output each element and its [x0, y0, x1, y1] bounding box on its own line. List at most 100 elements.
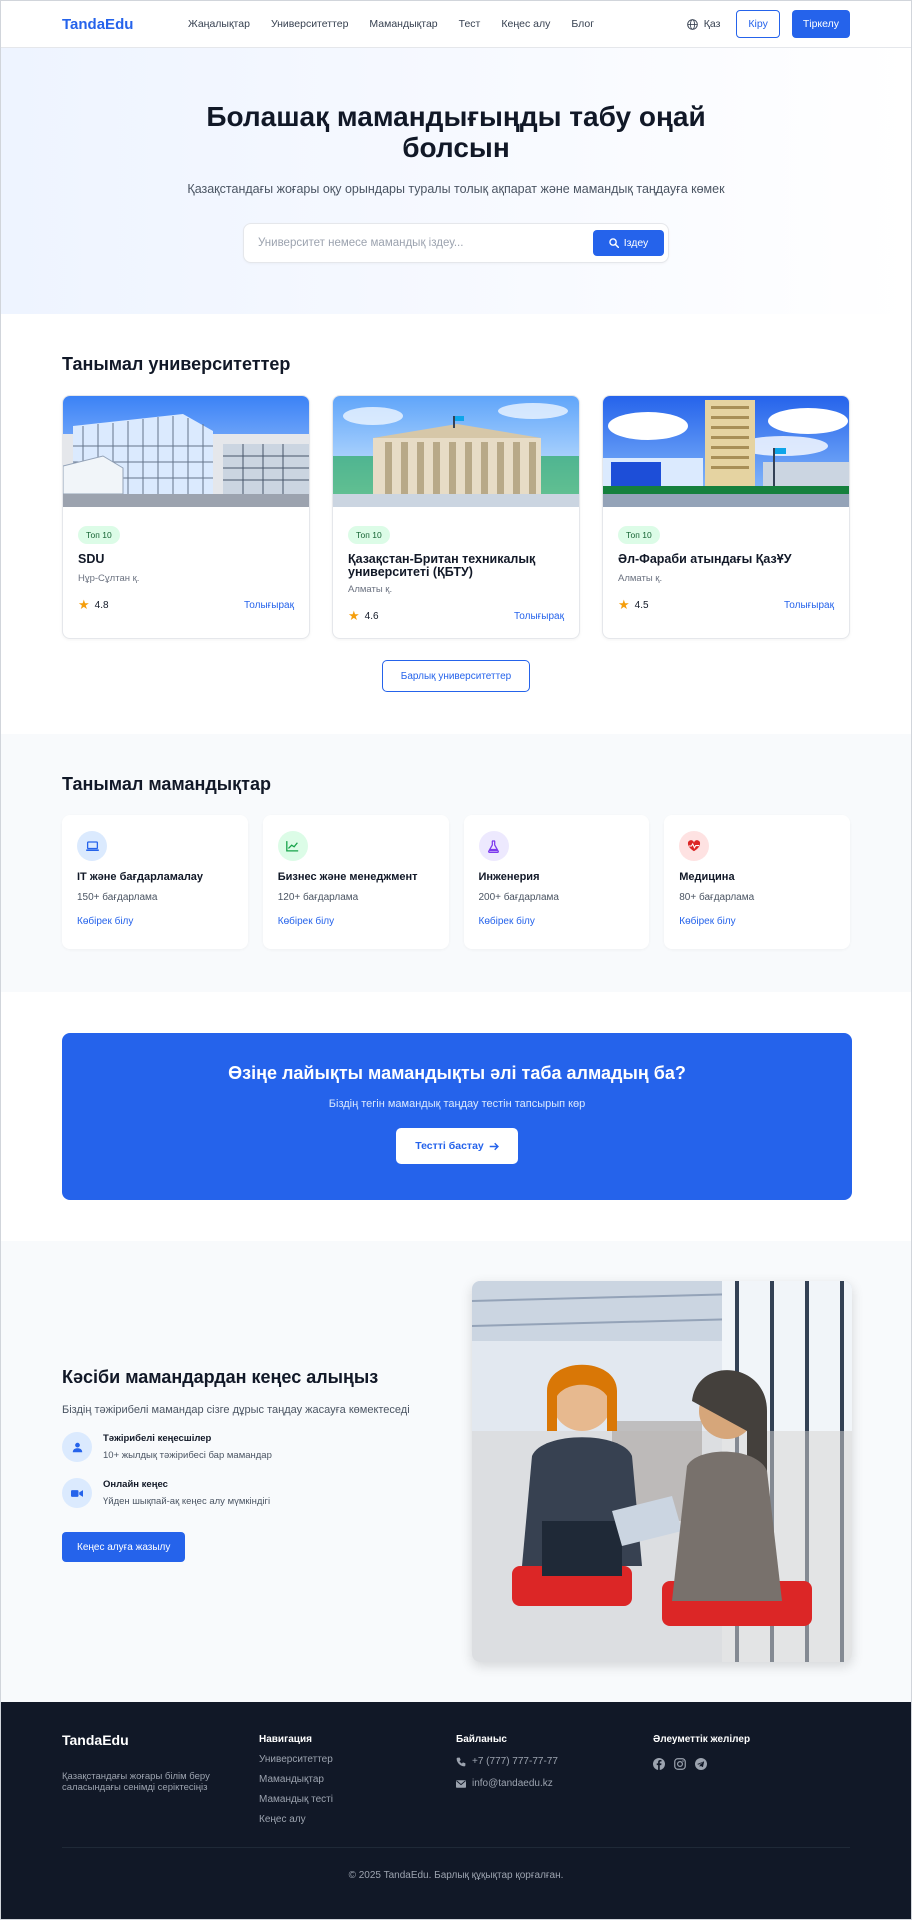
- footer-social-title: Әлеуметтік желілер: [653, 1734, 751, 1745]
- specialty-card[interactable]: IT және бағдарламалау 150+ бағдарлама Кө…: [62, 815, 248, 949]
- university-card[interactable]: Топ 10 Қазақстан-Британ техникалық униве…: [332, 395, 580, 639]
- language-switcher[interactable]: Қаз: [686, 18, 721, 30]
- footer-columns: TandaEdu Қазақстандағы жоғары білім беру…: [62, 1732, 850, 1825]
- footer-navigation: Навигация Университеттер Мамандықтар Мам…: [259, 1732, 456, 1825]
- rank-badge: Топ 10: [78, 526, 120, 544]
- footer-contact-title: Байланыс: [456, 1734, 507, 1745]
- specialty-card[interactable]: Бизнес және менеджмент 120+ бағдарлама К…: [262, 815, 449, 949]
- footer-link-test[interactable]: Мамандық тесті: [259, 1794, 456, 1805]
- university-card-body: Топ 10 SDU Нұр-Сұлтан қ. ★ 4.8 Толығырақ: [63, 507, 309, 613]
- consultation-title: Кәсіби мамандардан кеңес алыңыз: [62, 1367, 379, 1387]
- telegram-icon[interactable]: [695, 1758, 707, 1770]
- all-universities-button[interactable]: Барлық университеттер: [382, 660, 530, 692]
- nav-item-consult[interactable]: Кеңес алу: [501, 18, 550, 30]
- specialty-name: Инженерия: [478, 871, 540, 883]
- search-input[interactable]: [258, 237, 593, 249]
- header-actions: Қаз Кіру Тіркелу: [686, 10, 850, 38]
- video-icon: [62, 1478, 92, 1508]
- university-footer: ★ 4.8 Толығырақ: [78, 597, 294, 613]
- specialty-more-link[interactable]: Көбірек білу: [278, 916, 434, 927]
- feature-item: Тәжірибелі кеңесшілер 10+ жылдық тәжіриб…: [62, 1432, 432, 1462]
- nav-item-specialties[interactable]: Мамандықтар: [369, 18, 437, 30]
- nav-item-news[interactable]: Жаңалықтар: [188, 18, 250, 30]
- footer-social: Әлеуметтік желілер: [653, 1732, 850, 1825]
- specialty-more-link[interactable]: Көбірек білу: [77, 916, 233, 927]
- university-city: Алматы қ.: [348, 584, 393, 595]
- footer-link-consult[interactable]: Кеңес алу: [259, 1814, 456, 1825]
- university-name: Әл-Фараби атындағы ҚазҰУ: [618, 552, 792, 566]
- feature-title: Тәжірибелі кеңесшілер: [103, 1433, 212, 1444]
- university-list: Топ 10 SDU Нұр-Сұлтан қ. ★ 4.8 Толығырақ: [62, 395, 850, 639]
- nav-item-blog[interactable]: Блог: [571, 18, 594, 30]
- search-button-label: Іздеу: [623, 237, 649, 249]
- university-photo: [63, 396, 309, 507]
- search-button[interactable]: Іздеу: [593, 230, 664, 256]
- search-icon: [608, 238, 619, 248]
- logo[interactable]: TandaEdu: [62, 16, 188, 33]
- university-footer: ★ 4.5 Толығырақ: [618, 597, 834, 613]
- consultation-photo: [472, 1281, 852, 1662]
- nav-item-test[interactable]: Тест: [459, 18, 481, 30]
- specialty-count: 120+ бағдарлама: [277, 892, 359, 903]
- search-bar: Іздеу: [243, 223, 669, 263]
- language-label: Қаз: [703, 18, 721, 30]
- specialty-card[interactable]: Инженерия 200+ бағдарлама Көбірек білу: [463, 815, 650, 949]
- university-rating: 4.6: [364, 610, 379, 622]
- university-city: Алматы қ.: [618, 573, 663, 584]
- login-button[interactable]: Кіру: [736, 10, 780, 38]
- email-address: info@tandaedu.kz: [472, 1778, 553, 1789]
- star-icon: ★: [618, 597, 630, 612]
- specialty-list: IT және бағдарламалау 150+ бағдарлама Кө…: [62, 815, 850, 949]
- advisor-icon: [62, 1432, 92, 1462]
- university-city: Нұр-Сұлтан қ.: [78, 573, 140, 584]
- footer-link-specialties[interactable]: Мамандықтар: [259, 1774, 456, 1785]
- hero-subtitle: Қазақстандағы жоғары оқу орындары туралы…: [187, 182, 725, 196]
- university-rating: 4.5: [634, 599, 649, 611]
- hero-section: Болашақ мамандығыңды табу оңай болсын Қа…: [1, 48, 911, 314]
- chart-icon: [277, 831, 308, 861]
- feature-desc: Үйден шықпай-ақ кеңес алу мүмкіндігі: [103, 1496, 271, 1507]
- specialty-more-link[interactable]: Көбірек білу: [679, 916, 835, 927]
- heartbeat-icon: [679, 831, 710, 861]
- feature-desc: 10+ жылдық тәжірибесі бар мамандар: [103, 1450, 272, 1461]
- university-footer: ★ 4.6 Толығырақ: [348, 608, 564, 624]
- nav-item-universities[interactable]: Университеттер: [271, 18, 348, 30]
- more-link[interactable]: Толығырақ: [784, 600, 834, 611]
- university-card[interactable]: Топ 10 Әл-Фараби атындағы ҚазҰУ Алматы қ…: [602, 395, 850, 639]
- universities-section: Танымал университеттер Топ 10 SDU Нұр-Сұ…: [1, 314, 911, 692]
- feature-title: Онлайн кеңес: [103, 1479, 168, 1490]
- start-test-label: Тестті бастау: [415, 1140, 484, 1152]
- specialty-count: 200+ бағдарлама: [478, 892, 559, 903]
- specialty-card[interactable]: Медицина 80+ бағдарлама Көбірек білу: [664, 815, 850, 949]
- book-consultation-button[interactable]: Кеңес алуға жазылу: [62, 1532, 186, 1562]
- flask-icon: [478, 831, 509, 861]
- register-button[interactable]: Тіркелу: [791, 10, 850, 38]
- university-card[interactable]: Топ 10 SDU Нұр-Сұлтан қ. ★ 4.8 Толығырақ: [62, 395, 310, 639]
- start-test-button[interactable]: Тестті бастау: [396, 1128, 518, 1164]
- hero-title: Болашақ мамандығыңды табу оңай болсын: [206, 101, 706, 163]
- more-link[interactable]: Толығырақ: [514, 611, 564, 622]
- university-name: SDU: [78, 552, 105, 566]
- footer-logo[interactable]: TandaEdu: [62, 1732, 259, 1748]
- consultation-text: Кәсіби мамандардан кеңес алыңыз Біздің т…: [62, 1367, 432, 1562]
- specialty-count: 80+ бағдарлама: [679, 892, 755, 903]
- phone-icon: [456, 1757, 466, 1766]
- university-photo: [333, 396, 579, 507]
- social-links: [653, 1758, 850, 1770]
- more-link[interactable]: Толығырақ: [244, 600, 294, 611]
- star-icon: ★: [78, 597, 90, 612]
- specialty-more-link[interactable]: Көбірек білу: [479, 916, 635, 927]
- universities-title: Танымал университеттер: [62, 354, 291, 374]
- university-card-body: Топ 10 Әл-Фараби атындағы ҚазҰУ Алматы қ…: [603, 507, 849, 613]
- facebook-icon[interactable]: [653, 1758, 665, 1770]
- laptop-icon: [77, 831, 107, 861]
- footer-link-universities[interactable]: Университеттер: [259, 1754, 456, 1765]
- envelope-icon: [456, 1779, 466, 1788]
- rank-badge: Топ 10: [618, 526, 660, 544]
- specialty-name: IT және бағдарламалау: [77, 871, 204, 883]
- footer-nav-title: Навигация: [259, 1734, 312, 1745]
- footer-email[interactable]: info@tandaedu.kz: [456, 1778, 653, 1789]
- page: TandaEdu Жаңалықтар Университеттер Маман…: [0, 0, 912, 1920]
- instagram-icon[interactable]: [674, 1758, 686, 1770]
- footer-phone[interactable]: +7 (777) 777-77-77: [456, 1756, 653, 1767]
